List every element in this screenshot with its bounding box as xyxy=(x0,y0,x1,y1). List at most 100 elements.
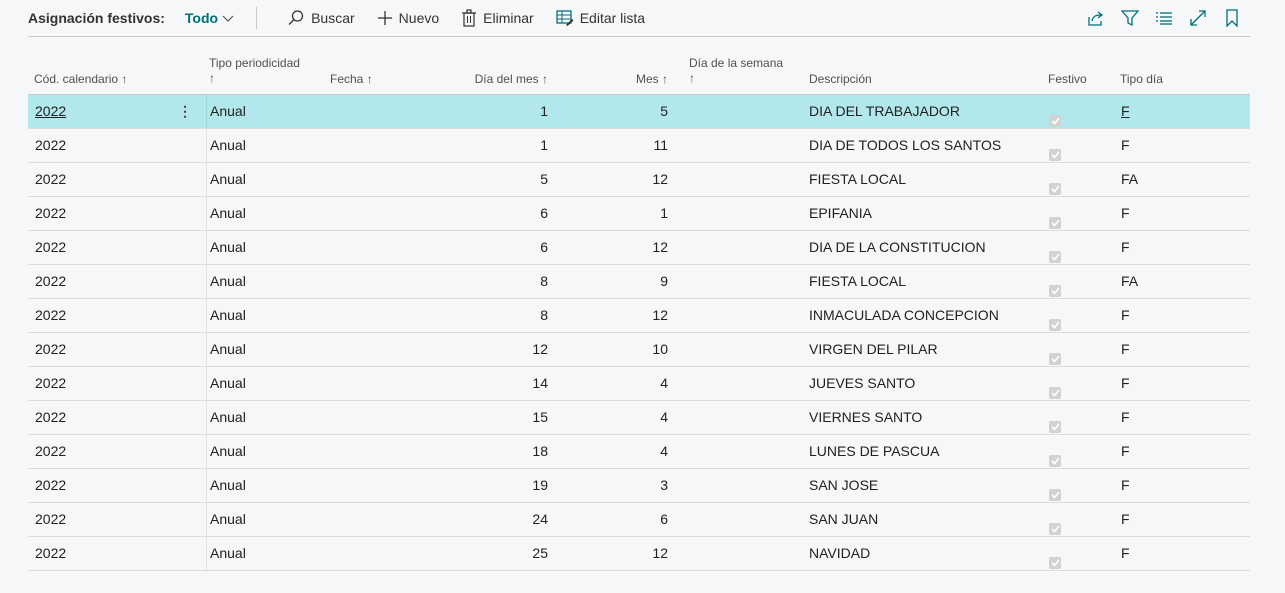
cell-descripcion: VIRGEN DEL PILAR xyxy=(809,341,938,357)
table-row[interactable]: 2022 Anual 1 11 DIA DE TODOS LOS SANTOS F xyxy=(28,129,1250,163)
cell-descripcion: JUEVES SANTO xyxy=(809,375,916,391)
cell-cod-calendario[interactable]: 2022 xyxy=(35,95,66,128)
cell-dia-del-mes: 12 xyxy=(532,341,548,357)
chevron-down-icon xyxy=(222,15,234,22)
cell-tipo-periodicidad: Anual xyxy=(210,511,246,527)
edit-list-icon xyxy=(556,10,574,26)
check-icon xyxy=(1049,115,1061,127)
holidays-table: Cód. calendario ↑ Tipo periodicidad ↑ Fec… xyxy=(28,50,1250,571)
table-row[interactable]: 2022 Anual 6 12 DIA DE LA CONSTITUCION F xyxy=(28,231,1250,265)
cell-tipo-periodicidad: Anual xyxy=(210,273,246,289)
cell-cod-calendario[interactable]: 2022 xyxy=(35,537,66,570)
new-button-label: Nuevo xyxy=(398,10,440,26)
table-row[interactable]: 2022 Anual 15 4 VIERNES SANTO F xyxy=(28,401,1250,435)
cell-tipo-dia: FA xyxy=(1121,273,1139,289)
check-icon xyxy=(1049,557,1061,569)
cell-mes: 11 xyxy=(653,137,668,153)
cell-tipo-periodicidad: Anual xyxy=(210,205,246,221)
trash-icon xyxy=(462,9,477,27)
col-header-fecha[interactable]: Fecha ↑ xyxy=(330,72,373,86)
cell-dia-del-mes: 6 xyxy=(540,205,548,221)
col-header-dia-del-mes[interactable]: Día del mes ↑ xyxy=(475,72,548,86)
row-divider xyxy=(206,367,207,400)
cell-tipo-dia: F xyxy=(1121,511,1130,527)
cell-mes: 4 xyxy=(660,443,668,459)
row-actions-icon[interactable]: ⋮ xyxy=(178,95,192,128)
cell-descripcion: DIA DE LA CONSTITUCION xyxy=(809,239,986,255)
festivo-checkbox xyxy=(1049,479,1061,501)
new-button[interactable]: Nuevo xyxy=(377,10,439,26)
row-divider xyxy=(206,231,207,264)
list-view-icon[interactable] xyxy=(1154,8,1174,28)
view-selector[interactable]: Todo xyxy=(185,10,234,26)
share-icon[interactable] xyxy=(1086,8,1106,28)
table-row[interactable]: 2022 Anual 19 3 SAN JOSE F xyxy=(28,469,1250,503)
search-button[interactable]: Buscar xyxy=(287,9,355,27)
table-row[interactable]: 2022 Anual 5 12 FIESTA LOCAL FA xyxy=(28,163,1250,197)
col-header-dia-semana[interactable]: Día de la semana ↑ xyxy=(689,56,783,86)
col-header-festivo[interactable]: Festivo xyxy=(1048,72,1087,86)
cell-cod-calendario[interactable]: 2022 xyxy=(35,333,66,366)
row-divider xyxy=(206,537,207,570)
expand-icon[interactable] xyxy=(1188,8,1208,28)
table-row[interactable]: 2022 Anual 8 12 INMACULADA CONCEPCION F xyxy=(28,299,1250,333)
check-icon xyxy=(1049,149,1061,161)
cell-tipo-periodicidad: Anual xyxy=(210,171,246,187)
cell-cod-calendario[interactable]: 2022 xyxy=(35,469,66,502)
cell-tipo-periodicidad: Anual xyxy=(210,341,246,357)
cell-mes: 10 xyxy=(652,341,668,357)
table-row[interactable]: 2022 Anual 8 9 FIESTA LOCAL FA xyxy=(28,265,1250,299)
festivo-checkbox xyxy=(1049,241,1061,263)
table-row[interactable]: 2022 Anual 12 10 VIRGEN DEL PILAR F xyxy=(28,333,1250,367)
cell-cod-calendario[interactable]: 2022 xyxy=(35,231,66,264)
cell-tipo-periodicidad: Anual xyxy=(210,103,246,119)
cell-cod-calendario[interactable]: 2022 xyxy=(35,129,66,162)
cell-mes: 9 xyxy=(660,273,668,289)
cell-cod-calendario[interactable]: 2022 xyxy=(35,435,66,468)
cell-dia-del-mes: 24 xyxy=(532,511,548,527)
filter-icon[interactable] xyxy=(1120,8,1140,28)
cell-cod-calendario[interactable]: 2022 xyxy=(35,163,66,196)
festivo-checkbox xyxy=(1049,173,1061,195)
festivo-checkbox xyxy=(1049,343,1061,365)
table-row[interactable]: 2022 Anual 25 12 NAVIDAD F xyxy=(28,537,1250,571)
table-row[interactable]: 2022 ⋮ Anual 1 5 DIA DEL TRABAJADOR F xyxy=(28,95,1250,129)
festivo-checkbox xyxy=(1049,207,1061,229)
table-row[interactable]: 2022 Anual 6 1 EPIFANIA F xyxy=(28,197,1250,231)
cell-mes: 12 xyxy=(652,239,668,255)
cell-dia-del-mes: 8 xyxy=(540,273,548,289)
col-header-tipo-dia[interactable]: Tipo día xyxy=(1120,72,1163,86)
cell-cod-calendario[interactable]: 2022 xyxy=(35,197,66,230)
cell-descripcion: SAN JOSE xyxy=(809,477,879,493)
cell-tipo-periodicidad: Anual xyxy=(210,137,246,153)
col-header-descripcion[interactable]: Descripción xyxy=(809,72,872,86)
delete-button[interactable]: Eliminar xyxy=(461,9,534,27)
edit-list-button[interactable]: Editar lista xyxy=(556,10,645,26)
cell-tipo-periodicidad: Anual xyxy=(210,239,246,255)
plus-icon xyxy=(377,11,392,25)
col-header-cod-calendario[interactable]: Cód. calendario ↑ xyxy=(34,72,127,86)
cell-descripcion: SAN JUAN xyxy=(809,511,879,527)
table-row[interactable]: 2022 Anual 14 4 JUEVES SANTO F xyxy=(28,367,1250,401)
cell-dia-del-mes: 15 xyxy=(532,409,548,425)
col-header-mes[interactable]: Mes ↑ xyxy=(636,72,668,86)
row-divider xyxy=(206,197,207,230)
row-divider xyxy=(206,333,207,366)
cell-tipo-periodicidad: Anual xyxy=(210,307,246,323)
cell-tipo-dia[interactable]: F xyxy=(1121,95,1130,128)
cell-cod-calendario[interactable]: 2022 xyxy=(35,299,66,332)
cell-cod-calendario[interactable]: 2022 xyxy=(35,367,66,400)
cell-cod-calendario[interactable]: 2022 xyxy=(35,265,66,298)
cell-cod-calendario[interactable]: 2022 xyxy=(35,401,66,434)
row-divider xyxy=(206,95,207,128)
cell-cod-calendario[interactable]: 2022 xyxy=(35,503,66,536)
cell-tipo-periodicidad: Anual xyxy=(210,409,246,425)
cell-descripcion: NAVIDAD xyxy=(809,545,871,561)
cell-descripcion: DIA DEL TRABAJADOR xyxy=(809,103,960,119)
cell-tipo-dia: FA xyxy=(1121,171,1139,187)
bookmark-icon[interactable] xyxy=(1222,8,1242,28)
table-row[interactable]: 2022 Anual 18 4 LUNES DE PASCUA F xyxy=(28,435,1250,469)
festivo-checkbox xyxy=(1049,105,1061,127)
table-row[interactable]: 2022 Anual 24 6 SAN JUAN F xyxy=(28,503,1250,537)
col-header-tipo-periodicidad[interactable]: Tipo periodicidad ↑ xyxy=(209,56,300,86)
